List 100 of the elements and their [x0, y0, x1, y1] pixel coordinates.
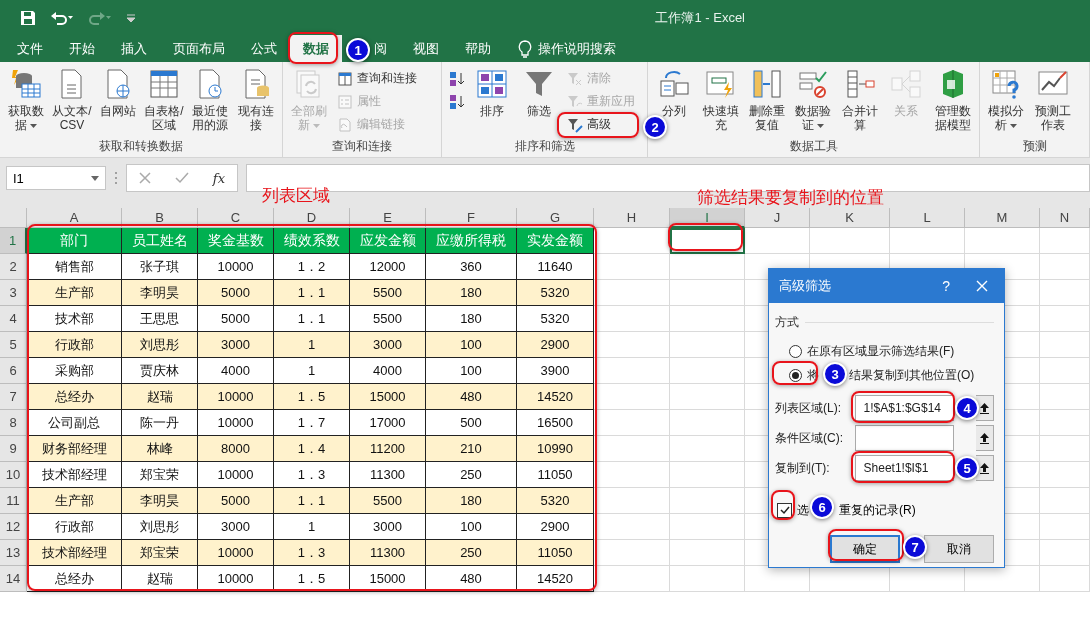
table-cell: 11050	[517, 540, 594, 566]
table-cell: 刘思彤	[122, 332, 198, 358]
table-cell: 贾庆林	[122, 358, 198, 384]
table-cell: 16500	[517, 410, 594, 436]
table-cell: 郑宝荣	[122, 462, 198, 488]
table-cell: 1．1	[274, 280, 350, 306]
table-cell: 10000	[198, 410, 274, 436]
option-label: 结果复制到其他位置(O)	[849, 366, 975, 384]
table-cell: 赵瑞	[122, 566, 198, 592]
table-cell: 技术部经理	[27, 462, 122, 488]
table-cell: 480	[426, 566, 517, 592]
table-cell: 张子琪	[122, 254, 198, 280]
table-cell: 500	[426, 410, 517, 436]
group-label: 排序和筛选	[513, 138, 576, 155]
table-cell: 生产部	[27, 488, 122, 514]
table-cell: 2900	[517, 514, 594, 540]
table-cell: 3000	[198, 332, 274, 358]
table-cell: 1	[274, 332, 350, 358]
table-cell: 赵瑞	[122, 384, 198, 410]
table-cell: 15000	[350, 566, 426, 592]
group-label: 预测	[1021, 138, 1048, 155]
table-cell: 1．4	[274, 436, 350, 462]
dialog-title: 高级筛选	[779, 277, 831, 295]
table-cell: 5000	[198, 488, 274, 514]
header-cell: 绩效系数	[274, 228, 350, 254]
table-cell: 360	[426, 254, 517, 280]
table-cell: 刘思彤	[122, 514, 198, 540]
table-cell: 王思思	[122, 306, 198, 332]
table-cell: 250	[426, 540, 517, 566]
table-cell: 10000	[198, 254, 274, 280]
table-cell: 5320	[517, 488, 594, 514]
checkbox-label: 选	[797, 501, 809, 519]
table-cell: 8000	[198, 436, 274, 462]
checkbox-label: 重复的记录(R)	[839, 501, 916, 519]
table-cell: 1．5	[274, 384, 350, 410]
group-label: 查询和连接	[331, 138, 393, 155]
table-cell: 4000	[350, 358, 426, 384]
table-cell: 15000	[350, 384, 426, 410]
table-cell: 3000	[350, 514, 426, 540]
table-cell: 5500	[350, 488, 426, 514]
window-title: 工作簿1 - Excel	[655, 8, 745, 27]
table-cell: 14520	[517, 384, 594, 410]
table-cell: 3900	[517, 358, 594, 384]
table-cell: 14520	[517, 566, 594, 592]
table-cell: 11200	[350, 436, 426, 462]
table-cell: 180	[426, 488, 517, 514]
table-cell: 1．2	[274, 254, 350, 280]
option-label: 在原有区域显示筛选结果(F)	[807, 342, 955, 360]
table-cell: 行政部	[27, 514, 122, 540]
table-cell: 1．3	[274, 540, 350, 566]
table-cell: 2900	[517, 332, 594, 358]
table-cell: 5320	[517, 280, 594, 306]
table-cell: 陈一丹	[122, 410, 198, 436]
table-cell: 5500	[350, 280, 426, 306]
header-cell: 实发金额	[517, 228, 594, 254]
table-cell: 4000	[198, 358, 274, 384]
header-cell: 员工姓名	[122, 228, 198, 254]
table-cell: 250	[426, 462, 517, 488]
table-cell: 10000	[198, 384, 274, 410]
table-cell: 11050	[517, 462, 594, 488]
table-cell: 100	[426, 358, 517, 384]
section-label: 方式	[775, 313, 799, 331]
field-label: 复制到(T):	[775, 459, 831, 477]
group-label: 获取和转换数据	[98, 138, 184, 155]
header-cell: 应发金额	[350, 228, 426, 254]
field-label: 条件区域(C):	[775, 429, 844, 447]
group-label: 数据工具	[788, 138, 839, 155]
table-cell: 10000	[198, 462, 274, 488]
table-cell: 5000	[198, 306, 274, 332]
table-cell: 技术部	[27, 306, 122, 332]
table-cell: 技术部经理	[27, 540, 122, 566]
table-cell: 10000	[198, 566, 274, 592]
table-cell: 17000	[350, 410, 426, 436]
table-cell: 郑宝荣	[122, 540, 198, 566]
table-cell: 财务部经理	[27, 436, 122, 462]
table-cell: 5000	[198, 280, 274, 306]
table-cell: 公司副总	[27, 410, 122, 436]
table-cell: 行政部	[27, 332, 122, 358]
table-cell: 5320	[517, 306, 594, 332]
table-cell: 1．1	[274, 488, 350, 514]
table-cell: 采购部	[27, 358, 122, 384]
table-cell: 销售部	[27, 254, 122, 280]
table-cell: 180	[426, 306, 517, 332]
header-cell: 应缴所得税	[426, 228, 517, 254]
table-cell: 1	[274, 358, 350, 384]
table-cell: 总经办	[27, 566, 122, 592]
table-cell: 总经办	[27, 384, 122, 410]
table-cell: 10990	[517, 436, 594, 462]
callout-text: 列表区域	[262, 186, 330, 206]
table-cell: 林峰	[122, 436, 198, 462]
table-cell: 100	[426, 514, 517, 540]
table-cell: 1．1	[274, 306, 350, 332]
table-cell: 11300	[350, 462, 426, 488]
table-cell: 生产部	[27, 280, 122, 306]
table-cell: 3000	[198, 514, 274, 540]
table-cell: 180	[426, 280, 517, 306]
table-cell: 李明昊	[122, 280, 198, 306]
table-cell: 1	[274, 514, 350, 540]
table-cell: 3000	[350, 332, 426, 358]
table-cell: 10000	[198, 540, 274, 566]
